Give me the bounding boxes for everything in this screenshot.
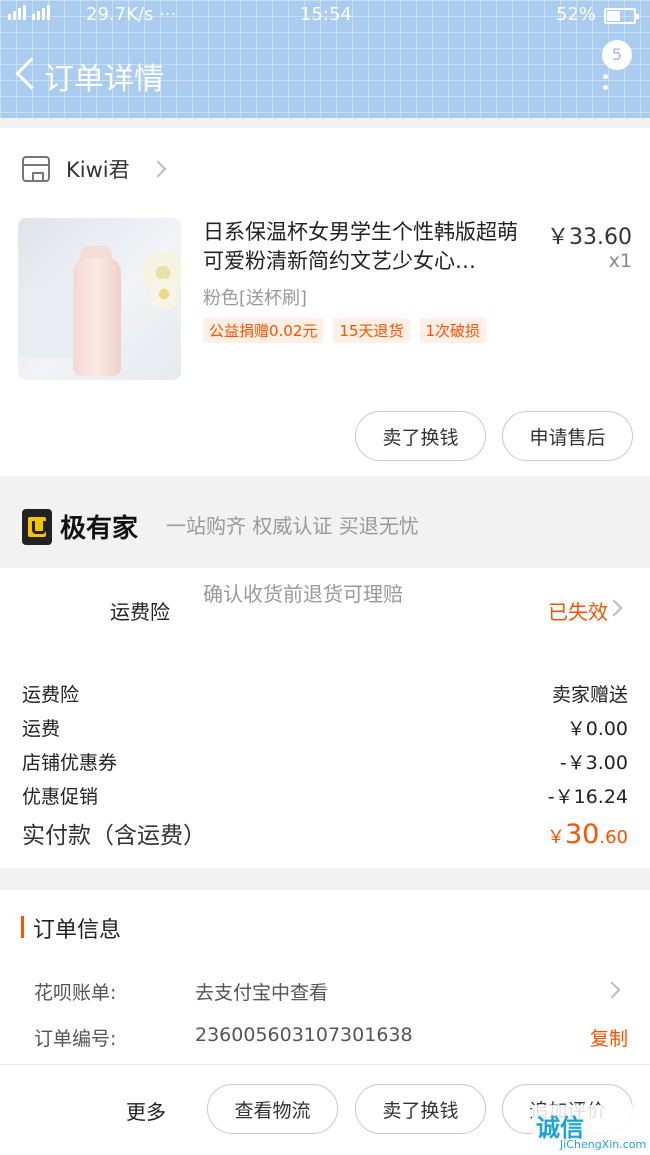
section-accent [21,916,24,938]
total-amount: ￥30.60 [547,819,628,850]
message-badge[interactable]: 5 [602,40,632,70]
insurance-desc: 确认收货前退货可理赔 [203,582,403,606]
tag-return: 15天退货 [333,318,410,343]
insurance-status[interactable]: 已失效 [548,596,608,625]
fee-value: -￥16.24 [547,786,628,808]
product-price: ￥33.60 [547,225,632,250]
fee-label: 运费 [22,718,61,740]
product-quantity: x1 [608,250,632,272]
tag-breakage: 1次破损 [419,318,487,343]
order-number: 236005603107301638 [195,1024,413,1046]
status-bar: 29.7K/s ··· 15:54 52% [0,0,650,30]
huabei-label: 花呗账单: [34,982,117,1004]
jiyoujia-logo-icon [22,508,52,545]
clock: 15:54 [300,4,352,25]
brand-name: 极有家 [60,514,139,544]
shop-name: Kiwi君 [66,158,130,182]
page-title: 订单详情 [44,62,164,97]
fee-label: 优惠促销 [22,786,99,808]
order-number-label: 订单编号: [34,1028,117,1050]
view-logistics-button[interactable]: 查看物流 [207,1084,338,1134]
product-thumbnail[interactable] [18,218,181,380]
huabei-link[interactable]: 去支付宝中查看 [195,978,328,1005]
more-menu-icon[interactable] [603,74,609,92]
app-header: 29.7K/s ··· 15:54 52% 订单详情 5 [0,0,650,118]
fee-row: 店铺优惠券 -￥3.00 [22,748,628,775]
sell-button[interactable]: 卖了换钱 [355,411,486,461]
store-icon [22,156,50,182]
product-title[interactable]: 日系保温杯女男学生个性韩版超萌可爱粉清新简约文艺少女心… [203,218,538,276]
product-card: Kiwi君 日系保温杯女男学生个性韩版超萌可爱粉清新简约文艺少女心… ￥33.6… [0,128,650,476]
insurance-label: 运费险 [110,600,170,624]
shop-link[interactable]: Kiwi君 [22,154,167,184]
brand-slogan: 一站购齐 权威认证 买退无忧 [166,514,419,538]
total-label: 实付款（含运费） [22,823,206,849]
fee-label: 运费险 [22,684,80,706]
total-row: 实付款（含运费） ￥30.60 [22,816,628,850]
copy-button[interactable]: 复制 [590,1024,628,1051]
back-arrow-icon[interactable] [12,56,42,96]
tag-charity: 公益捐赠0.02元 [203,318,324,343]
fee-label: 店铺优惠券 [22,752,118,774]
brand-logo: 极有家 [22,508,138,545]
network-speed: 29.7K/s ··· [86,4,177,25]
fee-value: -￥3.00 [559,752,628,774]
watermark-url: JiChengXin.com [560,1138,647,1151]
fee-value: 卖家赠送 [551,684,628,706]
more-button[interactable]: 更多 [126,1096,166,1125]
fee-value: ￥0.00 [566,718,628,740]
service-tags: 公益捐赠0.02元 15天退货 1次破损 [203,318,487,343]
fee-row: 运费 ￥0.00 [22,714,628,741]
product-sku: 粉色[送杯刷] [203,288,308,309]
battery-percent: 52% [556,4,597,25]
after-sale-button[interactable]: 申请售后 [502,411,633,461]
battery-icon [604,8,639,24]
fee-row: 优惠促销 -￥16.24 [22,782,628,809]
sell-button-bottom[interactable]: 卖了换钱 [355,1084,486,1134]
signal-icon [8,5,50,20]
fee-row: 运费险 卖家赠送 [22,680,628,707]
order-info-title: 订单信息 [33,918,122,943]
chevron-right-icon [149,160,167,178]
